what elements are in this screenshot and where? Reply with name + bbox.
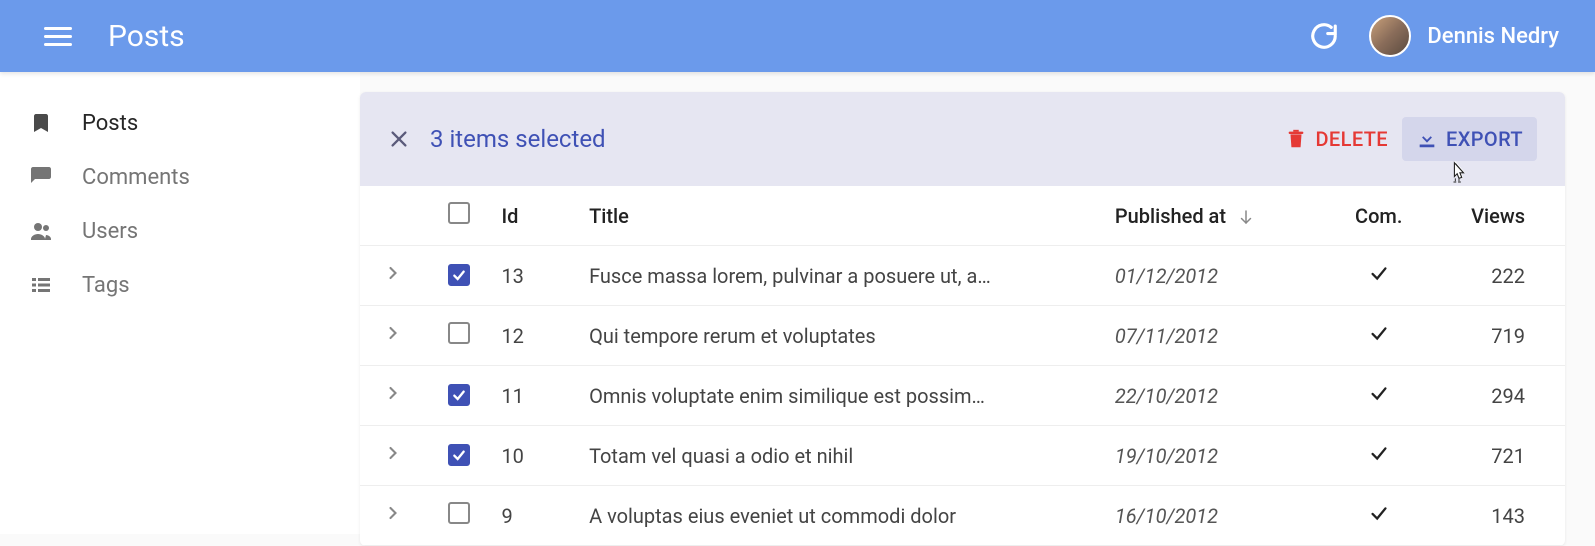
refresh-button[interactable] bbox=[1309, 21, 1339, 51]
cell-commentable bbox=[1313, 486, 1444, 546]
table-row[interactable]: 11 Omnis voluptate enim similique est po… bbox=[360, 366, 1565, 426]
username-label: Dennis Nedry bbox=[1427, 24, 1559, 49]
table-row[interactable]: 10 Totam vel quasi a odio et nihil 19/10… bbox=[360, 426, 1565, 486]
sort-descending-icon bbox=[1237, 208, 1255, 226]
row-checkbox[interactable] bbox=[448, 264, 470, 286]
select-all-checkbox[interactable] bbox=[448, 202, 470, 224]
cell-commentable bbox=[1313, 246, 1444, 306]
clear-selection-button[interactable] bbox=[388, 128, 410, 150]
sidebar-item-label: Comments bbox=[82, 165, 190, 190]
cell-published: 16/10/2012 bbox=[1105, 486, 1313, 546]
sidebar-item-label: Tags bbox=[82, 273, 130, 298]
expand-row-button[interactable] bbox=[383, 443, 403, 463]
cell-title: Totam vel quasi a odio et nihil bbox=[589, 444, 1049, 468]
delete-label: DELETE bbox=[1315, 127, 1388, 151]
cell-published: 22/10/2012 bbox=[1105, 366, 1313, 426]
trash-icon bbox=[1285, 128, 1307, 150]
appbar: Posts Dennis Nedry bbox=[0, 0, 1595, 72]
column-header-published[interactable]: Published at bbox=[1105, 186, 1313, 246]
selection-count-label: 3 items selected bbox=[430, 125, 1271, 153]
row-checkbox[interactable] bbox=[448, 384, 470, 406]
menu-toggle-button[interactable] bbox=[44, 22, 72, 50]
sidebar-item-posts[interactable]: Posts bbox=[0, 96, 360, 150]
sidebar: Posts Comments Users Tags bbox=[0, 72, 360, 534]
cell-views: 721 bbox=[1444, 426, 1565, 486]
cell-id: 13 bbox=[491, 246, 579, 306]
table-row[interactable]: 13 Fusce massa lorem, pulvinar a posuere… bbox=[360, 246, 1565, 306]
table-row[interactable]: 12 Qui tempore rerum et voluptates 07/11… bbox=[360, 306, 1565, 366]
list-icon bbox=[28, 272, 54, 298]
people-icon bbox=[28, 218, 54, 244]
export-button[interactable]: EXPORT bbox=[1402, 117, 1537, 161]
sidebar-item-tags[interactable]: Tags bbox=[0, 258, 360, 312]
bookmark-icon bbox=[28, 110, 54, 136]
delete-button[interactable]: DELETE bbox=[1271, 117, 1402, 161]
cell-commentable bbox=[1313, 366, 1444, 426]
row-checkbox[interactable] bbox=[448, 322, 470, 344]
chat-icon bbox=[28, 164, 54, 190]
cell-published: 19/10/2012 bbox=[1105, 426, 1313, 486]
table-row[interactable]: 9 A voluptas eius eveniet ut commodi dol… bbox=[360, 486, 1565, 546]
cell-views: 143 bbox=[1444, 486, 1565, 546]
column-header-com[interactable]: Com. bbox=[1313, 186, 1444, 246]
cell-title: A voluptas eius eveniet ut commodi dolor bbox=[589, 504, 1049, 528]
sidebar-item-comments[interactable]: Comments bbox=[0, 150, 360, 204]
posts-table: Id Title Published at Com. Views bbox=[360, 186, 1565, 546]
cell-title: Fusce massa lorem, pulvinar a posuere ut… bbox=[589, 264, 1049, 288]
cell-views: 294 bbox=[1444, 366, 1565, 426]
sidebar-item-label: Posts bbox=[82, 111, 138, 136]
cell-id: 10 bbox=[491, 426, 579, 486]
selection-toolbar: 3 items selected DELETE EXPORT bbox=[360, 92, 1565, 186]
cell-views: 719 bbox=[1444, 306, 1565, 366]
cell-views: 222 bbox=[1444, 246, 1565, 306]
expand-row-button[interactable] bbox=[383, 263, 403, 283]
page-title: Posts bbox=[108, 19, 1309, 54]
cell-published: 07/11/2012 bbox=[1105, 306, 1313, 366]
column-header-id[interactable]: Id bbox=[491, 186, 579, 246]
row-checkbox[interactable] bbox=[448, 444, 470, 466]
download-icon bbox=[1416, 128, 1438, 150]
cell-published: 01/12/2012 bbox=[1105, 246, 1313, 306]
row-checkbox[interactable] bbox=[448, 502, 470, 524]
user-avatar[interactable] bbox=[1369, 15, 1411, 57]
column-header-views[interactable]: Views bbox=[1444, 186, 1565, 246]
posts-table-card: 3 items selected DELETE EXPORT bbox=[360, 92, 1565, 546]
cell-id: 9 bbox=[491, 486, 579, 546]
cell-title: Qui tempore rerum et voluptates bbox=[589, 324, 1049, 348]
cell-title: Omnis voluptate enim similique est possi… bbox=[589, 384, 1049, 408]
cell-id: 12 bbox=[491, 306, 579, 366]
expand-row-button[interactable] bbox=[383, 323, 403, 343]
cell-commentable bbox=[1313, 306, 1444, 366]
expand-row-button[interactable] bbox=[383, 503, 403, 523]
column-header-title[interactable]: Title bbox=[579, 186, 1105, 246]
cell-id: 11 bbox=[491, 366, 579, 426]
sidebar-item-label: Users bbox=[82, 219, 138, 244]
cell-commentable bbox=[1313, 426, 1444, 486]
expand-row-button[interactable] bbox=[383, 383, 403, 403]
export-label: EXPORT bbox=[1446, 127, 1523, 151]
sidebar-item-users[interactable]: Users bbox=[0, 204, 360, 258]
